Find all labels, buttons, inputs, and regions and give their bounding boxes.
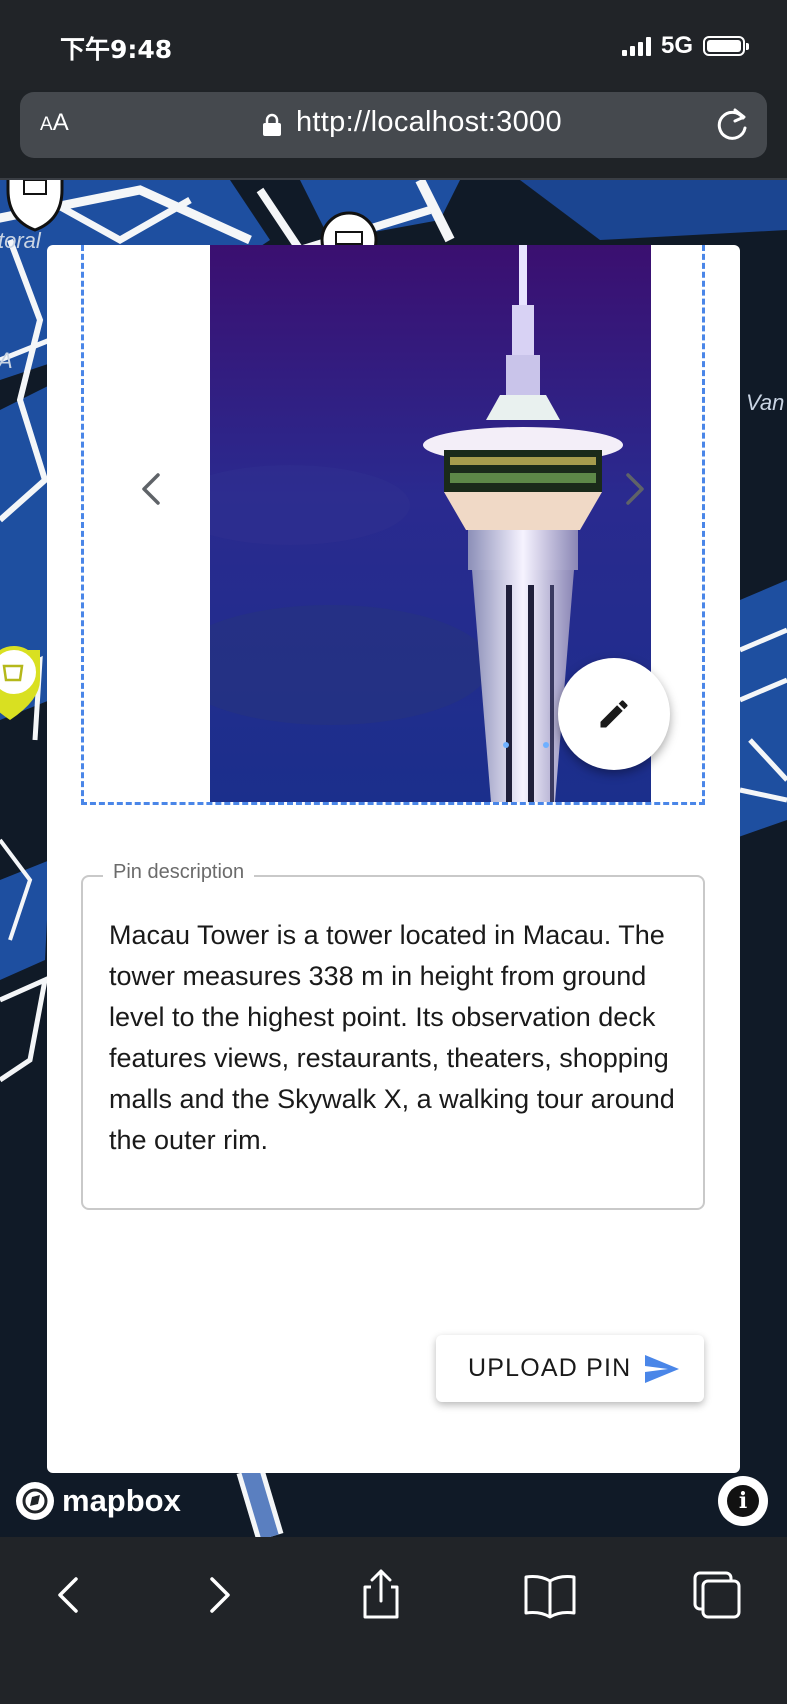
phone-screen: 下午9:48 5G AA http://localhost:3000 toral… xyxy=(0,0,787,1704)
upload-pin-label: UPLOAD PIN xyxy=(468,1354,632,1382)
url-text[interactable]: http://localhost:3000 xyxy=(296,106,562,139)
tabs-icon[interactable] xyxy=(687,1565,747,1625)
share-icon[interactable] xyxy=(351,1565,411,1625)
map-label-2: A xyxy=(0,348,13,374)
back-icon[interactable] xyxy=(38,1565,98,1625)
mapbox-wordmark: mapbox xyxy=(62,1483,181,1518)
description-label: Pin description xyxy=(103,861,255,884)
info-icon: i xyxy=(727,1485,759,1517)
next-image-button[interactable] xyxy=(610,465,658,513)
prev-image-button[interactable] xyxy=(128,465,176,513)
attribution-info-button[interactable]: i xyxy=(718,1476,768,1526)
map-label-3: Van xyxy=(746,390,785,415)
signal-icon xyxy=(621,36,651,56)
edit-image-button[interactable] xyxy=(558,658,670,770)
upload-pin-button[interactable]: UPLOAD PIN xyxy=(436,1335,704,1402)
description-textarea[interactable]: Macau Tower is a tower located in Macau.… xyxy=(109,915,677,1161)
reload-icon[interactable] xyxy=(713,106,751,144)
address-bar[interactable]: AA http://localhost:3000 xyxy=(20,92,767,158)
pin-form-card: Pin description Macau Tower is a tower l… xyxy=(47,245,740,1473)
bookmarks-icon[interactable] xyxy=(520,1565,580,1625)
status-indicators: 5G xyxy=(621,32,749,60)
reader-options-button[interactable]: AA xyxy=(40,109,69,137)
browser-toolbar xyxy=(0,1537,787,1704)
forward-icon[interactable] xyxy=(190,1565,250,1625)
pencil-icon xyxy=(600,700,628,728)
network-type: 5G xyxy=(660,32,693,59)
battery-icon xyxy=(703,36,749,56)
mapbox-logo[interactable]: mapbox xyxy=(16,1482,181,1520)
mapbox-mark-icon xyxy=(16,1482,54,1520)
status-time: 下午9:48 xyxy=(60,35,173,64)
map-label-1: toral xyxy=(0,228,41,253)
status-bar: 下午9:48 5G xyxy=(0,0,787,90)
lock-icon xyxy=(263,113,281,136)
description-field[interactable]: Pin description Macau Tower is a tower l… xyxy=(81,861,705,1210)
send-icon xyxy=(645,1355,679,1383)
